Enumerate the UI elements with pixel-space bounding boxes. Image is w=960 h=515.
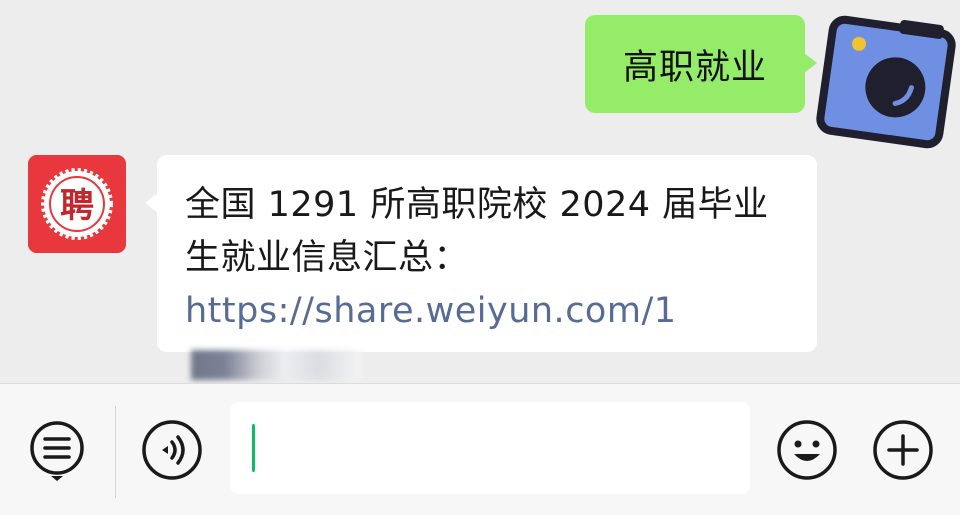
chat-area: 高职就业 聘 全国 1291 所高职院校 2024 届毕业生就业信息汇总： htt… xyxy=(0,0,960,383)
voice-icon[interactable] xyxy=(140,418,204,482)
input-toolbar xyxy=(0,383,960,515)
outgoing-message-bubble[interactable]: 高职就业 xyxy=(585,15,817,113)
incoming-message-bubble: 全国 1291 所高职院校 2024 届毕业生就业信息汇总： https://sh… xyxy=(145,155,817,380)
menu-list-icon[interactable] xyxy=(27,418,91,482)
bot-avatar[interactable]: 聘 xyxy=(28,155,126,253)
redacted-link-blur xyxy=(191,350,361,380)
toolbar-divider xyxy=(115,406,116,498)
plus-more-icon[interactable] xyxy=(871,418,935,482)
recruit-seal-icon: 聘 xyxy=(28,155,126,253)
incoming-message-text: 全国 1291 所高职院校 2024 届毕业生就业信息汇总： xyxy=(185,185,769,278)
bot-avatar-glyph: 聘 xyxy=(60,186,94,226)
outgoing-message-text: 高职就业 xyxy=(622,47,767,88)
message-input[interactable] xyxy=(230,402,750,494)
text-caret xyxy=(252,424,255,472)
incoming-message-link[interactable]: https://share.weiyun.com/1 xyxy=(185,291,677,331)
camera-avatar-icon[interactable] xyxy=(812,12,960,152)
emoji-icon[interactable] xyxy=(775,418,839,482)
